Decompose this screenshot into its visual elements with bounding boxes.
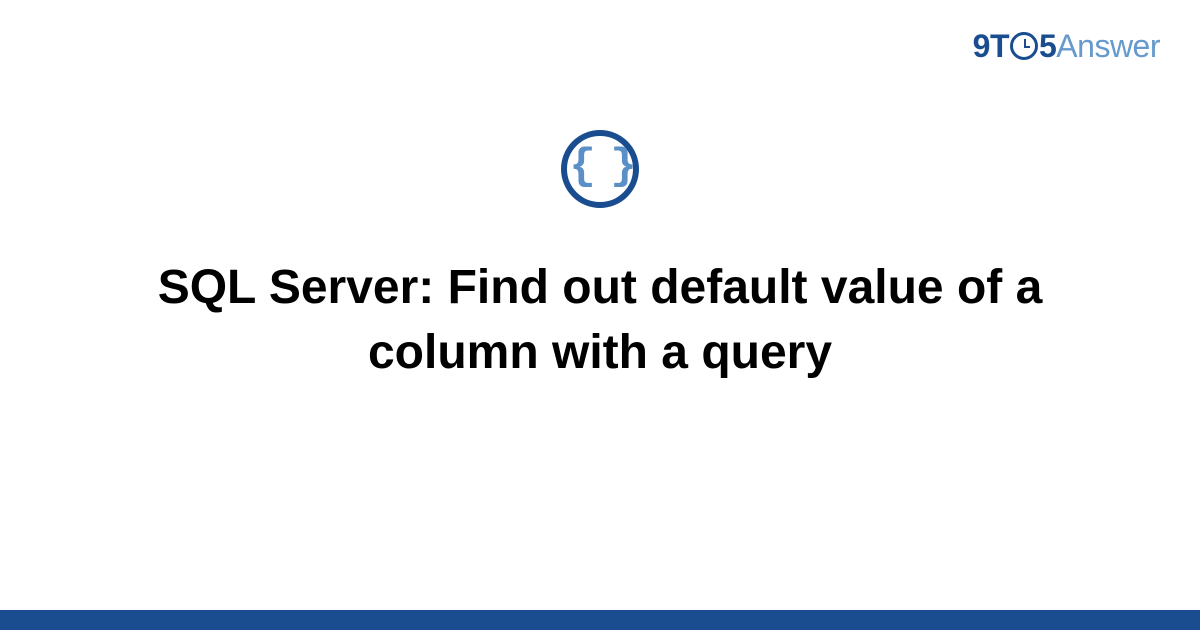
logo-nine: 9: [973, 28, 990, 64]
site-logo: 9T5Answer: [973, 28, 1160, 65]
main-content: { } SQL Server: Find out default value o…: [0, 130, 1200, 386]
logo-answer: Answer: [1056, 28, 1160, 64]
logo-t: T: [990, 28, 1009, 64]
logo-five: 5: [1039, 28, 1056, 64]
braces-icon: { }: [569, 145, 630, 189]
code-icon-circle: { }: [561, 130, 639, 208]
page-title: SQL Server: Find out default value of a …: [100, 256, 1100, 386]
clock-icon: [1010, 32, 1038, 60]
footer-bar: [0, 610, 1200, 630]
